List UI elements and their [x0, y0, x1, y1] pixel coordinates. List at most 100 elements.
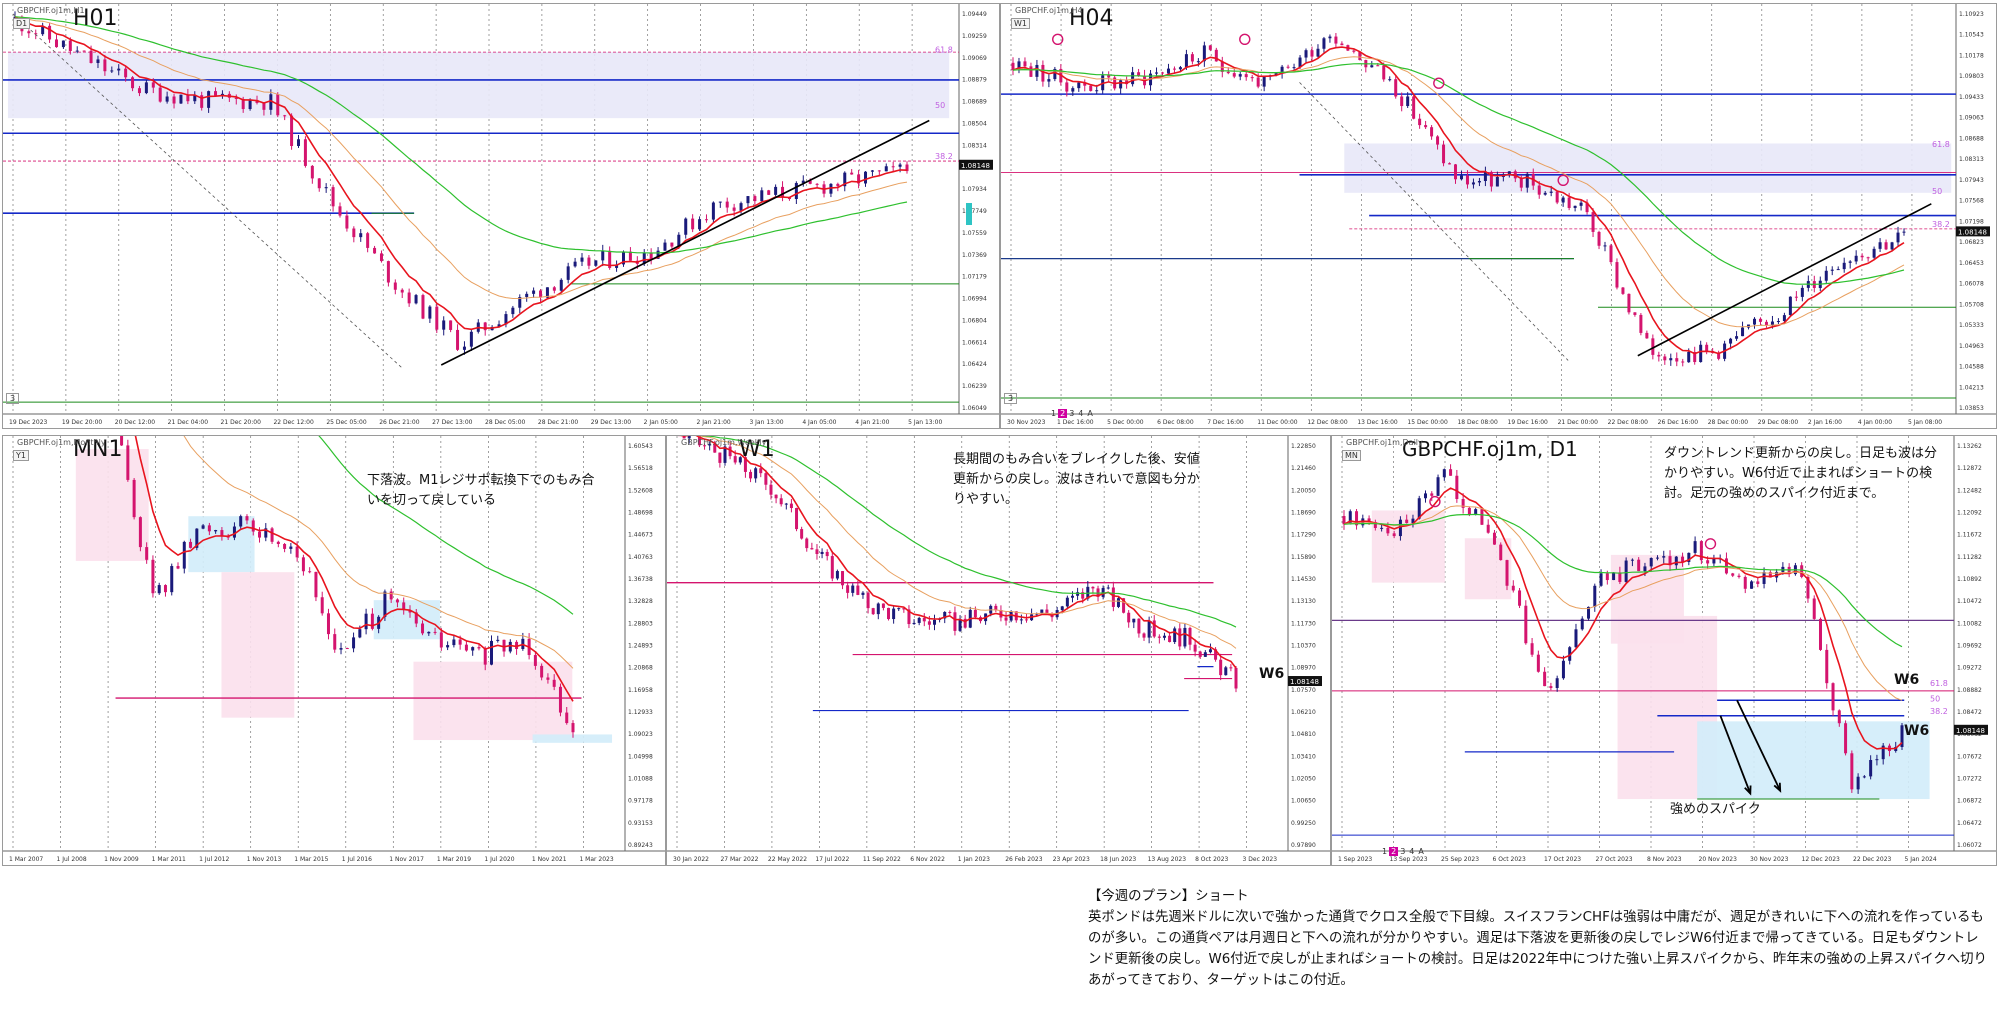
- h4-tab-2[interactable]: 2: [1058, 409, 1068, 418]
- y-tick-label: 1.07272: [1957, 776, 1982, 783]
- h4-tabs[interactable]: 1234A: [1049, 409, 1095, 418]
- d1-tf-dropdown[interactable]: MN: [1342, 450, 1361, 461]
- candle-body: [1860, 255, 1864, 258]
- h4-tab-a[interactable]: A: [1085, 409, 1094, 418]
- candle-body: [1380, 527, 1384, 529]
- y-tick-label: 1.28803: [628, 620, 653, 627]
- candle-body: [442, 320, 446, 330]
- zone-box: [7, 52, 950, 119]
- candle-body: [1467, 507, 1471, 515]
- y-tick-label: 1.09259: [962, 33, 987, 40]
- candle-body: [1286, 66, 1290, 68]
- candle-body: [649, 252, 653, 259]
- chart-panel-h4[interactable]: 30 Nov 2023 1 Dec 16:00 5 Dec 00:00 6 Dec 0…: [1000, 3, 1997, 429]
- candle-body: [533, 655, 537, 666]
- candle-body: [1190, 54, 1194, 62]
- d1-tabs[interactable]: 1234A: [1380, 847, 1426, 856]
- d1-tab-1[interactable]: 1: [1380, 847, 1389, 856]
- candle-body: [1442, 469, 1446, 478]
- h4-tab-1[interactable]: 1: [1049, 409, 1058, 418]
- candle-body: [733, 456, 737, 463]
- h4-chart-svg[interactable]: 30 Nov 2023 1 Dec 16:00 5 Dec 00:00 6 Dec 0…: [1001, 4, 1996, 428]
- candle-body: [1603, 245, 1607, 247]
- zone-box: [1344, 143, 1952, 193]
- y-tick-label: 1.10923: [1959, 11, 1984, 18]
- h1-scroll-indicator[interactable]: [966, 203, 972, 225]
- candle-body: [1574, 629, 1578, 648]
- candle-body: [456, 329, 460, 350]
- candle-body: [753, 196, 757, 202]
- h1-corner-number[interactable]: 3: [6, 393, 20, 404]
- candle-body: [1009, 611, 1013, 621]
- candle-body: [1029, 66, 1033, 77]
- d1-tab-a[interactable]: A: [1416, 847, 1425, 856]
- candle-body: [1605, 573, 1609, 581]
- candle-body: [1095, 90, 1099, 92]
- d1-tab-2[interactable]: 2: [1389, 847, 1399, 856]
- candle-body: [1869, 759, 1873, 777]
- candle-body: [1627, 293, 1631, 313]
- mn1-annotation: 下落波。M1レジサポ転換下でのもみ合いを切って戻している: [367, 473, 595, 508]
- candle-body: [1854, 255, 1858, 262]
- x-tick-label: 1 Jul 2008: [57, 856, 87, 863]
- candle-body: [805, 538, 809, 549]
- x-tick-label: 1 Mar 2007: [9, 856, 43, 863]
- candle-body: [825, 551, 829, 557]
- candle-body: [1499, 544, 1503, 561]
- candle-body: [820, 551, 824, 554]
- candle-body: [358, 629, 362, 638]
- y-tick-label: 1.10370: [1291, 643, 1316, 650]
- chart-panel-mn1[interactable]: 1 Mar 2007 1 Jul 2008 1 Nov 2009 1 Mar 2011…: [2, 435, 666, 866]
- h4-corner-number[interactable]: 3: [1004, 393, 1018, 404]
- candle-body: [1077, 82, 1081, 89]
- candle-body: [364, 613, 368, 630]
- candle-body: [201, 525, 205, 529]
- y-tick-label: 1.08970: [1291, 665, 1316, 672]
- y-tick-label: 1.07570: [1291, 687, 1316, 694]
- w1-w6-label: W6: [1259, 666, 1285, 682]
- mn1-tf-dropdown[interactable]: Y1: [13, 450, 29, 461]
- candle-body: [1208, 45, 1212, 50]
- candle-body: [1782, 315, 1786, 322]
- candle-body: [1071, 88, 1075, 92]
- y-tick-label: 1.06472: [1957, 820, 1982, 827]
- d1-tab-4[interactable]: 4: [1407, 847, 1416, 856]
- y-tick-label: 1.16958: [628, 687, 653, 694]
- candle-body: [345, 648, 349, 650]
- fib-label: 50: [935, 101, 945, 110]
- candle-body: [1116, 598, 1120, 607]
- candle-body: [749, 471, 753, 479]
- y-tick-label: 1.08314: [962, 142, 987, 149]
- y-tick-label: 1.12092: [1957, 510, 1982, 517]
- h4-tf-dropdown[interactable]: W1: [1011, 18, 1030, 29]
- candle-body: [1262, 76, 1266, 87]
- h1-chart-svg[interactable]: 19 Dec 2023 19 Dec 20:00 20 Dec 12:00 21 De…: [3, 4, 999, 428]
- candle-body: [1597, 231, 1601, 246]
- candle-body: [117, 68, 121, 71]
- h4-tab-4[interactable]: 4: [1076, 409, 1085, 418]
- candle-body: [1234, 667, 1238, 689]
- y-tick-label: 1.04588: [1959, 364, 1984, 371]
- h4-tab-3[interactable]: 3: [1067, 409, 1076, 418]
- candle-body: [861, 592, 865, 595]
- y-tick-label: 1.09803: [1959, 73, 1984, 80]
- candle-body: [1132, 618, 1136, 623]
- candle-body: [324, 187, 328, 189]
- candle-body: [1511, 585, 1515, 591]
- chart-panel-w1[interactable]: 30 Jan 2022 27 Mar 2022 22 May 2022 17 Jul …: [666, 435, 1331, 866]
- candle-body: [352, 228, 356, 238]
- candle-body: [333, 634, 337, 650]
- h1-tf-dropdown[interactable]: D1: [13, 18, 31, 29]
- x-tick-label: 13 Dec 16:00: [1357, 419, 1398, 426]
- candle-body: [779, 498, 783, 505]
- chart-panel-d1[interactable]: 1 Sep 2023 13 Sep 2023 25 Sep 2023 6 Oct 20…: [1331, 435, 1997, 866]
- chart-panel-h1[interactable]: 19 Dec 2023 19 Dec 20:00 20 Dec 12:00 21 De…: [2, 3, 1000, 429]
- candle-body: [846, 585, 850, 593]
- y-tick-label: 1.08504: [962, 120, 987, 127]
- x-tick-label: 6 Oct 2023: [1493, 856, 1526, 863]
- candle-body: [565, 712, 569, 724]
- candle-body: [994, 605, 998, 611]
- d1-tab-3[interactable]: 3: [1398, 847, 1407, 856]
- candle-body: [1089, 85, 1093, 91]
- y-tick-label: 0.97890: [1291, 842, 1316, 849]
